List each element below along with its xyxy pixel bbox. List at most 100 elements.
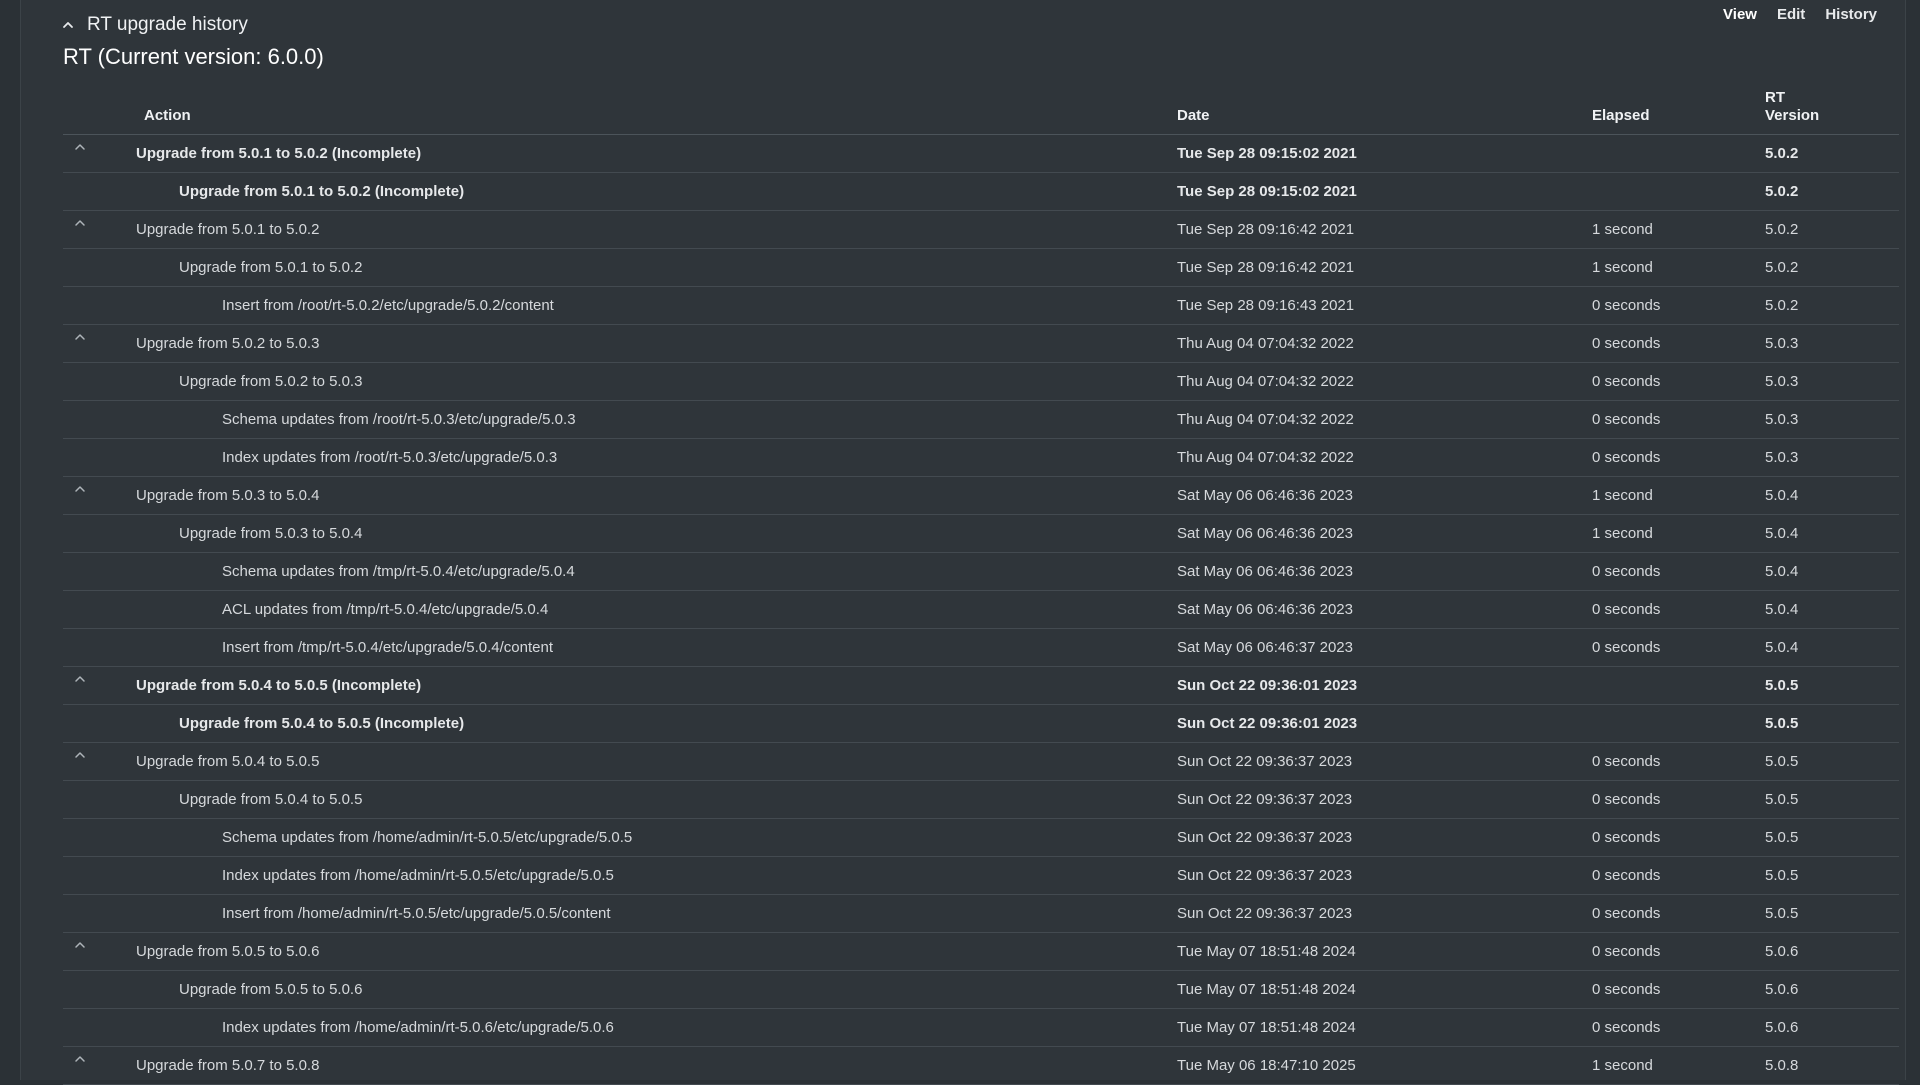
cell-action: Upgrade from 5.0.4 to 5.0.5 (Incomplete) xyxy=(179,715,465,732)
cell-elapsed: 1 second xyxy=(1592,525,1653,542)
table-row: ACL updates from /tmp/rt-5.0.4/etc/upgra… xyxy=(63,591,1899,629)
cell-action: Upgrade from 5.0.3 to 5.0.4 xyxy=(179,525,363,542)
cell-date: Sat May 06 06:46:36 2023 xyxy=(1177,487,1353,504)
cell-version: 5.0.4 xyxy=(1765,639,1799,656)
cell-elapsed: 0 seconds xyxy=(1592,791,1661,808)
cell-elapsed: 1 second xyxy=(1592,221,1653,238)
cell-action: Upgrade from 5.0.5 to 5.0.6 xyxy=(179,981,363,998)
cell-action: Schema updates from /tmp/rt-5.0.4/etc/up… xyxy=(222,563,575,580)
cell-elapsed: 0 seconds xyxy=(1592,1019,1661,1036)
column-header-version: RT Version xyxy=(1765,89,1819,125)
table-row: Index updates from /home/admin/rt-5.0.5/… xyxy=(63,857,1899,895)
cell-action: Upgrade from 5.0.2 to 5.0.3 xyxy=(136,335,320,352)
cell-version: 5.0.3 xyxy=(1765,373,1799,390)
cell-date: Sat May 06 06:46:36 2023 xyxy=(1177,563,1353,580)
collapse-toggle-icon[interactable] xyxy=(73,1052,91,1066)
table-row: Insert from /tmp/rt-5.0.4/etc/upgrade/5.… xyxy=(63,629,1899,667)
collapse-toggle-icon[interactable] xyxy=(73,140,91,154)
cell-version: 5.0.5 xyxy=(1765,753,1799,770)
cell-elapsed: 0 seconds xyxy=(1592,411,1661,428)
cell-elapsed: 0 seconds xyxy=(1592,563,1661,580)
cell-action: Upgrade from 5.0.3 to 5.0.4 xyxy=(136,487,320,504)
cell-elapsed: 1 second xyxy=(1592,259,1653,276)
cell-date: Tue May 07 18:51:48 2024 xyxy=(1177,981,1356,998)
page-title: RT (Current version: 6.0.0) xyxy=(63,44,324,69)
cell-version: 5.0.4 xyxy=(1765,487,1799,504)
cell-action: Upgrade from 5.0.1 to 5.0.2 xyxy=(136,221,320,238)
table-row: Schema updates from /home/admin/rt-5.0.5… xyxy=(63,819,1899,857)
cell-elapsed: 0 seconds xyxy=(1592,449,1661,466)
cell-elapsed: 0 seconds xyxy=(1592,753,1661,770)
cell-action: Schema updates from /home/admin/rt-5.0.5… xyxy=(222,829,633,846)
cell-elapsed: 0 seconds xyxy=(1592,867,1661,884)
collapse-toggle-icon[interactable] xyxy=(73,216,91,230)
cell-action: Insert from /tmp/rt-5.0.4/etc/upgrade/5.… xyxy=(222,639,554,656)
tab-history[interactable]: History xyxy=(1825,6,1877,23)
table-row: Upgrade from 5.0.1 to 5.0.2 Tue Sep 28 09… xyxy=(63,211,1899,249)
cell-date: Thu Aug 04 07:04:32 2022 xyxy=(1177,373,1354,390)
column-header-elapsed: Elapsed xyxy=(1592,107,1650,124)
cell-date: Tue Sep 28 09:15:02 2021 xyxy=(1177,145,1357,162)
cell-date: Sun Oct 22 09:36:37 2023 xyxy=(1177,829,1353,846)
collapse-toggle-icon[interactable] xyxy=(73,482,91,496)
cell-version: 5.0.4 xyxy=(1765,563,1799,580)
table-row: Upgrade from 5.0.4 to 5.0.5 (Incomplete)… xyxy=(63,667,1899,705)
table-body: Upgrade from 5.0.1 to 5.0.2 (Incomplete)… xyxy=(63,135,1899,1085)
cell-date: Sun Oct 22 09:36:37 2023 xyxy=(1177,867,1353,884)
cell-version: 5.0.8 xyxy=(1765,1057,1799,1074)
cell-action: Upgrade from 5.0.4 to 5.0.5 (Incomplete) xyxy=(136,677,422,694)
collapse-toggle-icon[interactable] xyxy=(73,938,91,952)
cell-date: Tue Sep 28 09:15:02 2021 xyxy=(1177,183,1357,200)
cell-elapsed: 1 second xyxy=(1592,1057,1653,1074)
cell-date: Sun Oct 22 09:36:37 2023 xyxy=(1177,753,1353,770)
table-row: Upgrade from 5.0.5 to 5.0.6 Tue May 07 18… xyxy=(63,971,1899,1009)
table-row: Index updates from /home/admin/rt-5.0.6/… xyxy=(63,1009,1899,1047)
cell-action: Upgrade from 5.0.1 to 5.0.2 (Incomplete) xyxy=(136,145,422,162)
cell-date: Sun Oct 22 09:36:01 2023 xyxy=(1177,677,1358,694)
cell-action: Upgrade from 5.0.4 to 5.0.5 xyxy=(179,791,363,808)
cell-elapsed: 0 seconds xyxy=(1592,829,1661,846)
upgrade-history-table: Action Date Elapsed RT Version Upgrade f… xyxy=(63,82,1899,1085)
table-row: Upgrade from 5.0.4 to 5.0.5 (Incomplete)… xyxy=(63,705,1899,743)
upgrade-history-panel: View Edit History RT upgrade history RT … xyxy=(20,0,1906,1085)
cell-elapsed: 0 seconds xyxy=(1592,373,1661,390)
collapse-toggle-icon[interactable] xyxy=(73,330,91,344)
cell-date: Tue May 07 18:51:48 2024 xyxy=(1177,943,1356,960)
cell-version: 5.0.6 xyxy=(1765,1019,1799,1036)
collapse-toggle-icon[interactable] xyxy=(73,748,91,762)
cell-date: Sun Oct 22 09:36:01 2023 xyxy=(1177,715,1358,732)
cell-action: Index updates from /root/rt-5.0.3/etc/up… xyxy=(222,449,558,466)
cell-version: 5.0.3 xyxy=(1765,411,1799,428)
cell-version: 5.0.5 xyxy=(1765,677,1799,694)
cell-date: Sun Oct 22 09:36:37 2023 xyxy=(1177,905,1353,922)
chevron-up-icon[interactable] xyxy=(61,18,75,32)
collapse-toggle-icon[interactable] xyxy=(73,672,91,686)
table-row: Upgrade from 5.0.1 to 5.0.2 (Incomplete)… xyxy=(63,135,1899,173)
cell-action: Upgrade from 5.0.5 to 5.0.6 xyxy=(136,943,320,960)
table-row: Upgrade from 5.0.2 to 5.0.3 Thu Aug 04 07… xyxy=(63,325,1899,363)
cell-version: 5.0.2 xyxy=(1765,145,1799,162)
cell-date: Thu Aug 04 07:04:32 2022 xyxy=(1177,411,1354,428)
cell-date: Sat May 06 06:46:36 2023 xyxy=(1177,601,1353,618)
cell-date: Thu Aug 04 07:04:32 2022 xyxy=(1177,335,1354,352)
cell-version: 5.0.2 xyxy=(1765,259,1799,276)
column-header-version-line1: RT xyxy=(1765,89,1785,106)
column-header-version-line2: Version xyxy=(1765,107,1820,124)
cell-date: Tue May 07 18:51:48 2024 xyxy=(1177,1019,1356,1036)
table-row: Schema updates from /tmp/rt-5.0.4/etc/up… xyxy=(63,553,1899,591)
cell-version: 5.0.4 xyxy=(1765,525,1799,542)
section-header[interactable]: RT upgrade history xyxy=(61,14,248,36)
tab-view[interactable]: View xyxy=(1723,6,1757,23)
cell-elapsed: 1 second xyxy=(1592,487,1653,504)
cell-elapsed: 0 seconds xyxy=(1592,639,1661,656)
cell-action: Upgrade from 5.0.4 to 5.0.5 xyxy=(136,753,320,770)
cell-date: Thu Aug 04 07:04:32 2022 xyxy=(1177,449,1354,466)
cell-version: 5.0.5 xyxy=(1765,867,1799,884)
cell-action: Upgrade from 5.0.2 to 5.0.3 xyxy=(179,373,363,390)
cell-action: Upgrade from 5.0.1 to 5.0.2 xyxy=(179,259,363,276)
tab-edit[interactable]: Edit xyxy=(1777,6,1805,23)
column-header-date: Date xyxy=(1177,107,1210,124)
cell-date: Tue Sep 28 09:16:43 2021 xyxy=(1177,297,1355,314)
cell-date: Tue Sep 28 09:16:42 2021 xyxy=(1177,259,1355,276)
table-row: Upgrade from 5.0.1 to 5.0.2 Tue Sep 28 09… xyxy=(63,249,1899,287)
